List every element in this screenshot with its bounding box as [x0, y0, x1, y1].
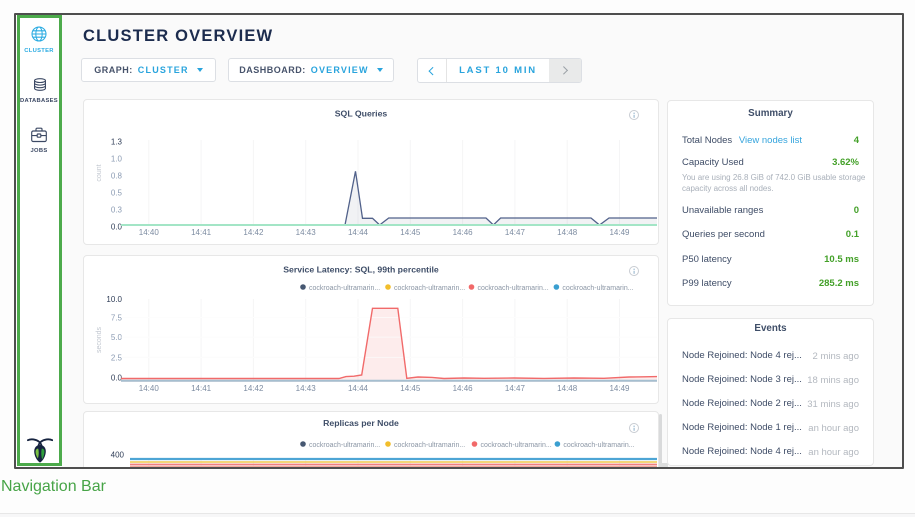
- svg-text:14:48: 14:48: [557, 384, 578, 393]
- svg-text:5.0: 5.0: [111, 333, 123, 342]
- svg-text:14:45: 14:45: [400, 384, 421, 393]
- svg-text:14:42: 14:42: [243, 384, 264, 393]
- svg-text:14:48: 14:48: [557, 228, 578, 237]
- svg-text:0.8: 0.8: [111, 172, 123, 181]
- svg-text:seconds: seconds: [96, 326, 103, 353]
- svg-text:SQL Queries: SQL Queries: [335, 109, 388, 119]
- svg-text:cockroach-ultramarin...: cockroach-ultramarin...: [394, 442, 465, 449]
- svg-text:14:47: 14:47: [505, 384, 526, 393]
- svg-text:14:44: 14:44: [348, 384, 369, 393]
- svg-text:14:44: 14:44: [348, 228, 369, 237]
- svg-text:0.0: 0.0: [111, 223, 123, 232]
- svg-text:14:40: 14:40: [139, 384, 160, 393]
- svg-text:10.0: 10.0: [106, 295, 122, 304]
- svg-text:400: 400: [111, 451, 125, 460]
- svg-text:14:46: 14:46: [453, 228, 474, 237]
- svg-text:0.0: 0.0: [111, 374, 123, 383]
- svg-text:cockroach-ultramarin...: cockroach-ultramarin...: [309, 442, 380, 449]
- svg-text:14:43: 14:43: [296, 384, 317, 393]
- svg-text:cockroach-ultramarin...: cockroach-ultramarin...: [562, 285, 633, 292]
- svg-text:14:42: 14:42: [243, 228, 264, 237]
- svg-text:Replicas per Node: Replicas per Node: [323, 418, 399, 428]
- svg-text:1.3: 1.3: [111, 138, 123, 147]
- svg-text:14:41: 14:41: [191, 384, 212, 393]
- svg-text:14:47: 14:47: [505, 228, 526, 237]
- svg-text:2.5: 2.5: [111, 353, 123, 362]
- svg-text:cockroach-ultramarin...: cockroach-ultramarin...: [394, 285, 465, 292]
- svg-text:0.3: 0.3: [111, 206, 123, 215]
- svg-text:14:40: 14:40: [139, 228, 160, 237]
- svg-text:count: count: [96, 164, 103, 181]
- svg-text:cockroach-ultramarin...: cockroach-ultramarin...: [478, 285, 549, 292]
- svg-text:cockroach-ultramarin...: cockroach-ultramarin...: [309, 285, 380, 292]
- svg-text:14:49: 14:49: [609, 228, 630, 237]
- svg-text:14:41: 14:41: [191, 228, 212, 237]
- svg-text:cockroach-ultramarin...: cockroach-ultramarin...: [481, 442, 552, 449]
- svg-text:14:46: 14:46: [453, 384, 474, 393]
- svg-text:cockroach-ultramarin...: cockroach-ultramarin...: [563, 442, 634, 449]
- svg-text:14:45: 14:45: [400, 228, 421, 237]
- svg-text:14:49: 14:49: [609, 384, 630, 393]
- svg-text:14:43: 14:43: [296, 228, 317, 237]
- svg-text:0.5: 0.5: [111, 189, 123, 198]
- svg-text:Service Latency: SQL, 99th per: Service Latency: SQL, 99th percentile: [283, 265, 439, 275]
- svg-text:7.5: 7.5: [111, 314, 123, 323]
- svg-text:1.0: 1.0: [111, 155, 123, 164]
